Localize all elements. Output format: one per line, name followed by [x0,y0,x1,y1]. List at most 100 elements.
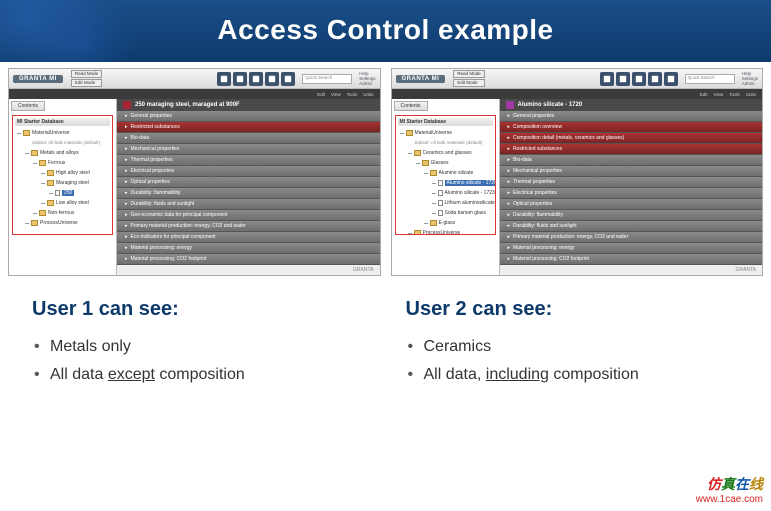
accordion-row[interactable]: Mechanical properties [500,166,763,177]
accordion-row[interactable]: Primary material production: energy, CO2… [500,232,763,243]
toolbar-home-button[interactable] [600,72,614,86]
caption-item: All data, including composition [424,361,740,389]
brand-footer: GRANTA [117,265,380,275]
toolbar [217,72,295,86]
tree-tab[interactable]: Contents [394,101,428,111]
accordion-row[interactable]: Geo-economic data for principal componen… [117,210,380,221]
accordion-row[interactable]: Durability: fluids and sunlight [117,199,380,210]
accordion-row[interactable]: Durability: flammability [117,188,380,199]
accordion-row[interactable]: Thermal properties [117,155,380,166]
accordion-row[interactable]: General properties [117,111,380,122]
edit-mode-button[interactable]: Edit Mode [453,79,484,87]
panel-user1: 1CAE.COM GRANTA MI Read Mode Edit Mode Q… [8,68,381,276]
tree-node[interactable]: FerrousHigh alloy steelMaraging steel250… [39,158,110,208]
brand-footer: GRANTA [500,265,763,275]
tree-node[interactable]: High alloy steel [47,168,110,178]
accordion-row[interactable]: Optical properties [500,199,763,210]
content-title: 250 maraging steel, maraged at 900F [117,99,380,111]
tree-node[interactable]: GlassesAlumino silicateAlumino silicate … [422,158,493,228]
search-input[interactable]: Quick Search [685,74,735,84]
accordion-row[interactable]: Material processing: energy [500,243,763,254]
accordion-row[interactable]: Bio-data [500,155,763,166]
accordion[interactable]: General propertiesRestricted substancesB… [117,111,380,265]
tree-node[interactable]: Non-ferrous [39,208,110,218]
file-icon [438,190,443,196]
toolbar-home-button[interactable] [217,72,231,86]
tree[interactable]: MaterialUniverseSubset: All bulk materia… [15,128,110,228]
tree[interactable]: MaterialUniverseSubset: All bulk materia… [398,128,493,235]
mode-buttons[interactable]: Read Mode Edit Mode [453,70,484,87]
accordion-row[interactable]: Durability: fluids and sunlight [500,221,763,232]
folder-icon [430,220,437,226]
accordion-row[interactable]: Material processing: energy [117,243,380,254]
folder-icon [406,130,413,136]
slide-title: Access Control example [0,0,771,62]
accordion-row[interactable]: Material processing: CO2 footprint [500,254,763,265]
tree-node[interactable]: ProcessUniverse [31,218,110,228]
accordion-row[interactable]: Electrical properties [500,188,763,199]
caption-title: User 1 can see: [32,298,366,321]
accordion-row[interactable]: Restricted substances [117,122,380,133]
tree-root[interactable]: MaterialUniverseSubset: All bulk materia… [406,128,493,235]
toolbar-substances-button[interactable] [648,72,662,86]
tree-node[interactable]: 250 [55,188,110,198]
file-icon [438,180,443,186]
accordion-row[interactable]: Composition overview [500,122,763,133]
read-mode-button[interactable]: Read Mode [71,70,102,78]
tree-node[interactable]: Lithium aluminosilicate [438,198,493,208]
accordion-row[interactable]: Bio-data [117,133,380,144]
accordion[interactable]: General propertiesComposition overviewCo… [500,111,763,265]
sub-header: Edit View Tools Units [392,89,763,99]
accordion-row[interactable]: Composition detail (metals, ceramics and… [500,133,763,144]
corner-watermark: 仿真在线 www.1cae.com [696,474,763,505]
accordion-row[interactable]: Thermal properties [500,177,763,188]
caption-user1: User 1 can see: Metals onlyAll data exce… [32,298,366,389]
search-input[interactable]: Quick Search [302,74,352,84]
tree-node[interactable]: ProcessUniverse [414,228,493,235]
tree-node[interactable]: Ceramics and glassesGlassesAlumino silic… [414,148,493,228]
toolbar-reports-button[interactable] [281,72,295,86]
accordion-row[interactable]: Material processing: CO2 footprint [117,254,380,265]
accordion-row[interactable]: Mechanical properties [117,144,380,155]
edit-mode-button[interactable]: Edit Mode [71,79,102,87]
read-mode-button[interactable]: Read Mode [453,70,484,78]
tree-node-label: Alumino silicate [439,170,474,176]
toolbar-substitute-button[interactable] [632,72,646,86]
tree-node[interactable]: Metals and alloysFerrousHigh alloy steel… [31,148,110,218]
accordion-row[interactable]: Optical properties [117,177,380,188]
tree-node[interactable]: Maraging steel250 [47,178,110,198]
toolbar-reports-button[interactable] [664,72,678,86]
header-links[interactable]: Help Settings Admin [742,71,758,86]
toolbar-optimize-button[interactable] [616,72,630,86]
tree-tab[interactable]: Contents [11,101,45,111]
content-title: Alumino silicate - 1720 [500,99,763,111]
app-logo: GRANTA MI [396,75,446,83]
caption-title: User 2 can see: [406,298,740,321]
tree-node[interactable]: Alumino silicate - 1720 [438,178,493,188]
tree-node-label: ProcessUniverse [40,220,78,226]
tree-highlight-box: MI Starter Database MaterialUniverseSubs… [12,115,113,235]
folder-icon [23,130,30,136]
tree-node-label: MaterialUniverse [32,130,70,136]
toolbar-substitute-button[interactable] [249,72,263,86]
tree-node[interactable]: Soda barium glass [438,208,493,218]
accordion-row[interactable]: Primary material production: energy, CO2… [117,221,380,232]
tree-node[interactable]: Alumino silicate - 1723 [438,188,493,198]
accordion-row[interactable]: Eco-indicators for principal component [117,232,380,243]
corner-cn-text: 仿真在线 [696,474,763,494]
tree-node[interactable]: E-glass [430,218,493,228]
accordion-row[interactable]: Restricted substances [500,144,763,155]
sub-header: Edit View Tools Units [9,89,380,99]
accordion-row[interactable]: Electrical properties [117,166,380,177]
tree-node[interactable]: Alumino silicate Alumino silicate - 1720A… [430,168,493,218]
toolbar-optimize-button[interactable] [233,72,247,86]
file-icon [438,210,443,216]
tree-root[interactable]: MaterialUniverseSubset: All bulk materia… [23,128,110,228]
accordion-row[interactable]: Durability: flammability [500,210,763,221]
tree-node[interactable]: Low alloy steel [47,198,110,208]
accordion-row[interactable]: General properties [500,111,763,122]
header-links[interactable]: Help Settings Admin [359,71,375,86]
mode-buttons[interactable]: Read Mode Edit Mode [71,70,102,87]
panels-area: 1CAE.COM GRANTA MI Read Mode Edit Mode Q… [0,62,771,280]
toolbar-substances-button[interactable] [265,72,279,86]
